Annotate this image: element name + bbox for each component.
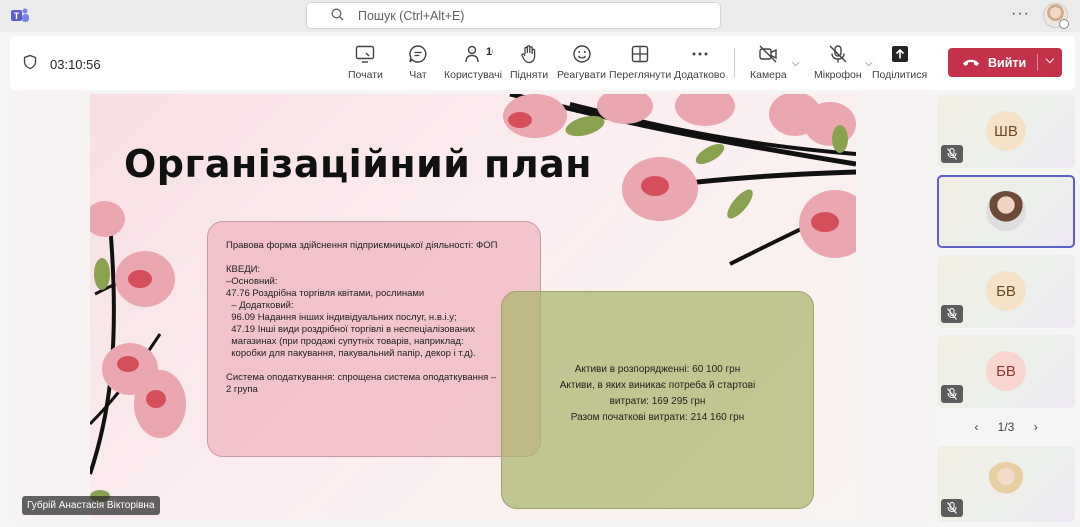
participant-tile[interactable]: ШВ (937, 95, 1075, 168)
camera-button[interactable]: Камера (750, 43, 787, 87)
mic-muted-icon (941, 145, 963, 163)
total-costs-text: Разом початкові витрати: 214 160 грн (570, 412, 745, 423)
startup-costs-text: витрати: 169 295 грн (609, 396, 706, 407)
ellipsis-icon (692, 52, 708, 56)
mic-button[interactable]: Мікрофон (814, 43, 862, 87)
avatar: ШВ (986, 111, 1026, 151)
tax-group-text: 2 група (226, 384, 258, 395)
pager-next-icon[interactable]: › (1034, 420, 1038, 434)
raise-hand-label: Підняти (510, 69, 549, 81)
share-label: Поділитися (872, 69, 928, 81)
camera-options-chevron-icon[interactable]: ⌵ (792, 58, 800, 69)
raise-hand-button[interactable]: Підняти (510, 43, 548, 87)
participant-tile[interactable]: БВ (937, 335, 1075, 408)
presentation-slide: Організаційний план Правова форма здійсн… (90, 94, 856, 519)
leave-options-chevron-icon[interactable]: ⌵ (1036, 54, 1054, 71)
title-bar: T Пошук (Ctrl+Alt+E) ··· (0, 0, 1080, 32)
chat-label: Чат (409, 69, 427, 81)
grid-icon (631, 45, 649, 63)
participant-count: 10 (486, 46, 493, 58)
people-icon: 10 (465, 45, 493, 63)
phone-hangup-icon (962, 56, 980, 70)
camera-label: Камера (750, 69, 787, 81)
avatar: БВ (986, 351, 1026, 391)
more-actions-button[interactable]: Додатково (674, 43, 725, 87)
search-icon (331, 8, 344, 24)
participant-tile[interactable]: БВ (937, 255, 1075, 328)
mic-off-icon (829, 45, 847, 63)
meeting-toolbar: 03:10:56 Почати Чат 10 Користувачі Підня… (10, 36, 1075, 90)
kved-heading: КВЕДИ: (226, 264, 261, 275)
share-screen-button[interactable]: Почати (348, 43, 383, 87)
svg-text:T: T (14, 11, 20, 21)
avatar (986, 462, 1026, 502)
mic-muted-icon (941, 385, 963, 403)
shared-content-stage: Організаційний план Правова форма здійсн… (10, 92, 930, 522)
smile-icon (572, 45, 591, 63)
toolbar-divider (734, 48, 735, 78)
kved-main-label: –Основний: (226, 276, 278, 287)
participant-pager: ‹ 1/3 › (937, 420, 1075, 434)
profile-avatar[interactable] (1043, 3, 1069, 29)
status-badge (1059, 19, 1069, 29)
participant-tile[interactable] (937, 446, 1075, 522)
view-label: Переглянути (609, 69, 672, 81)
more-options-button[interactable]: ··· (1011, 5, 1030, 23)
monitor-icon (356, 45, 375, 63)
mic-label: Мікрофон (814, 69, 862, 81)
view-button[interactable]: Переглянути (609, 43, 671, 87)
kved-extra-label: – Додатковий: (226, 300, 294, 311)
react-button[interactable]: Реагувати (557, 43, 606, 87)
kved-extra-text-1: 96.09 Надання інших індивідуальних послу… (226, 312, 457, 323)
search-input[interactable]: Пошук (Ctrl+Alt+E) (306, 2, 721, 29)
mic-muted-icon (941, 305, 963, 323)
slide-title: Організаційний план (124, 142, 593, 186)
users-label: Користувачі (444, 69, 502, 81)
participant-tile[interactable] (937, 175, 1075, 248)
share-tray-icon (891, 46, 908, 62)
legal-info-box: Правова форма здійснення підприємницької… (207, 221, 541, 457)
legal-form-text: Правова форма здійснення підприємницької… (226, 240, 498, 251)
presenter-name-tag: Губрій Анастасія Вікторівна (22, 496, 160, 515)
camera-off-icon (759, 45, 778, 63)
pager-label: 1/3 (997, 420, 1015, 434)
chat-button[interactable]: Чат (407, 43, 429, 87)
kved-extra-text-3: магазинах (при продажі супутніх товарів,… (226, 336, 464, 347)
leave-label: Вийти (988, 55, 1027, 70)
chat-icon (409, 45, 427, 63)
users-button[interactable]: 10 Користувачі (444, 43, 502, 87)
share-screen-label: Почати (348, 69, 383, 81)
teams-logo-icon[interactable]: T (10, 6, 30, 26)
avatar: БВ (986, 271, 1026, 311)
share-button[interactable]: Поділитися (872, 43, 927, 87)
assets-available-text: Активи в розпорядженні: 60 100 грн (574, 364, 741, 375)
more-actions-label: Додатково (674, 69, 726, 81)
leave-button[interactable]: Вийти ⌵ (948, 48, 1062, 77)
avatar (986, 191, 1026, 231)
kved-extra-text-2: 47.19 Інші види роздрібної торгівлі в не… (226, 324, 476, 335)
meeting-timer: 03:10:56 (50, 57, 101, 72)
assets-info-box: Активи в розпорядженні: 60 100 грн Актив… (501, 291, 814, 509)
tax-system-text: Система оподаткування: спрощена система … (226, 372, 497, 383)
pager-prev-icon[interactable]: ‹ (974, 420, 978, 434)
react-label: Реагувати (557, 69, 607, 81)
shield-icon[interactable] (22, 54, 38, 75)
assets-needed-text: Активи, в яких виникає потреба й стартов… (559, 380, 756, 391)
search-placeholder: Пошук (Ctrl+Alt+E) (358, 8, 465, 23)
hand-icon (521, 45, 536, 64)
kved-extra-text-4: коробки для пакування, пакувальний папір… (226, 348, 476, 359)
kved-main-text: 47.76 Роздрібна торгівля квітами, рослин… (226, 288, 425, 299)
mic-muted-icon (941, 499, 963, 517)
